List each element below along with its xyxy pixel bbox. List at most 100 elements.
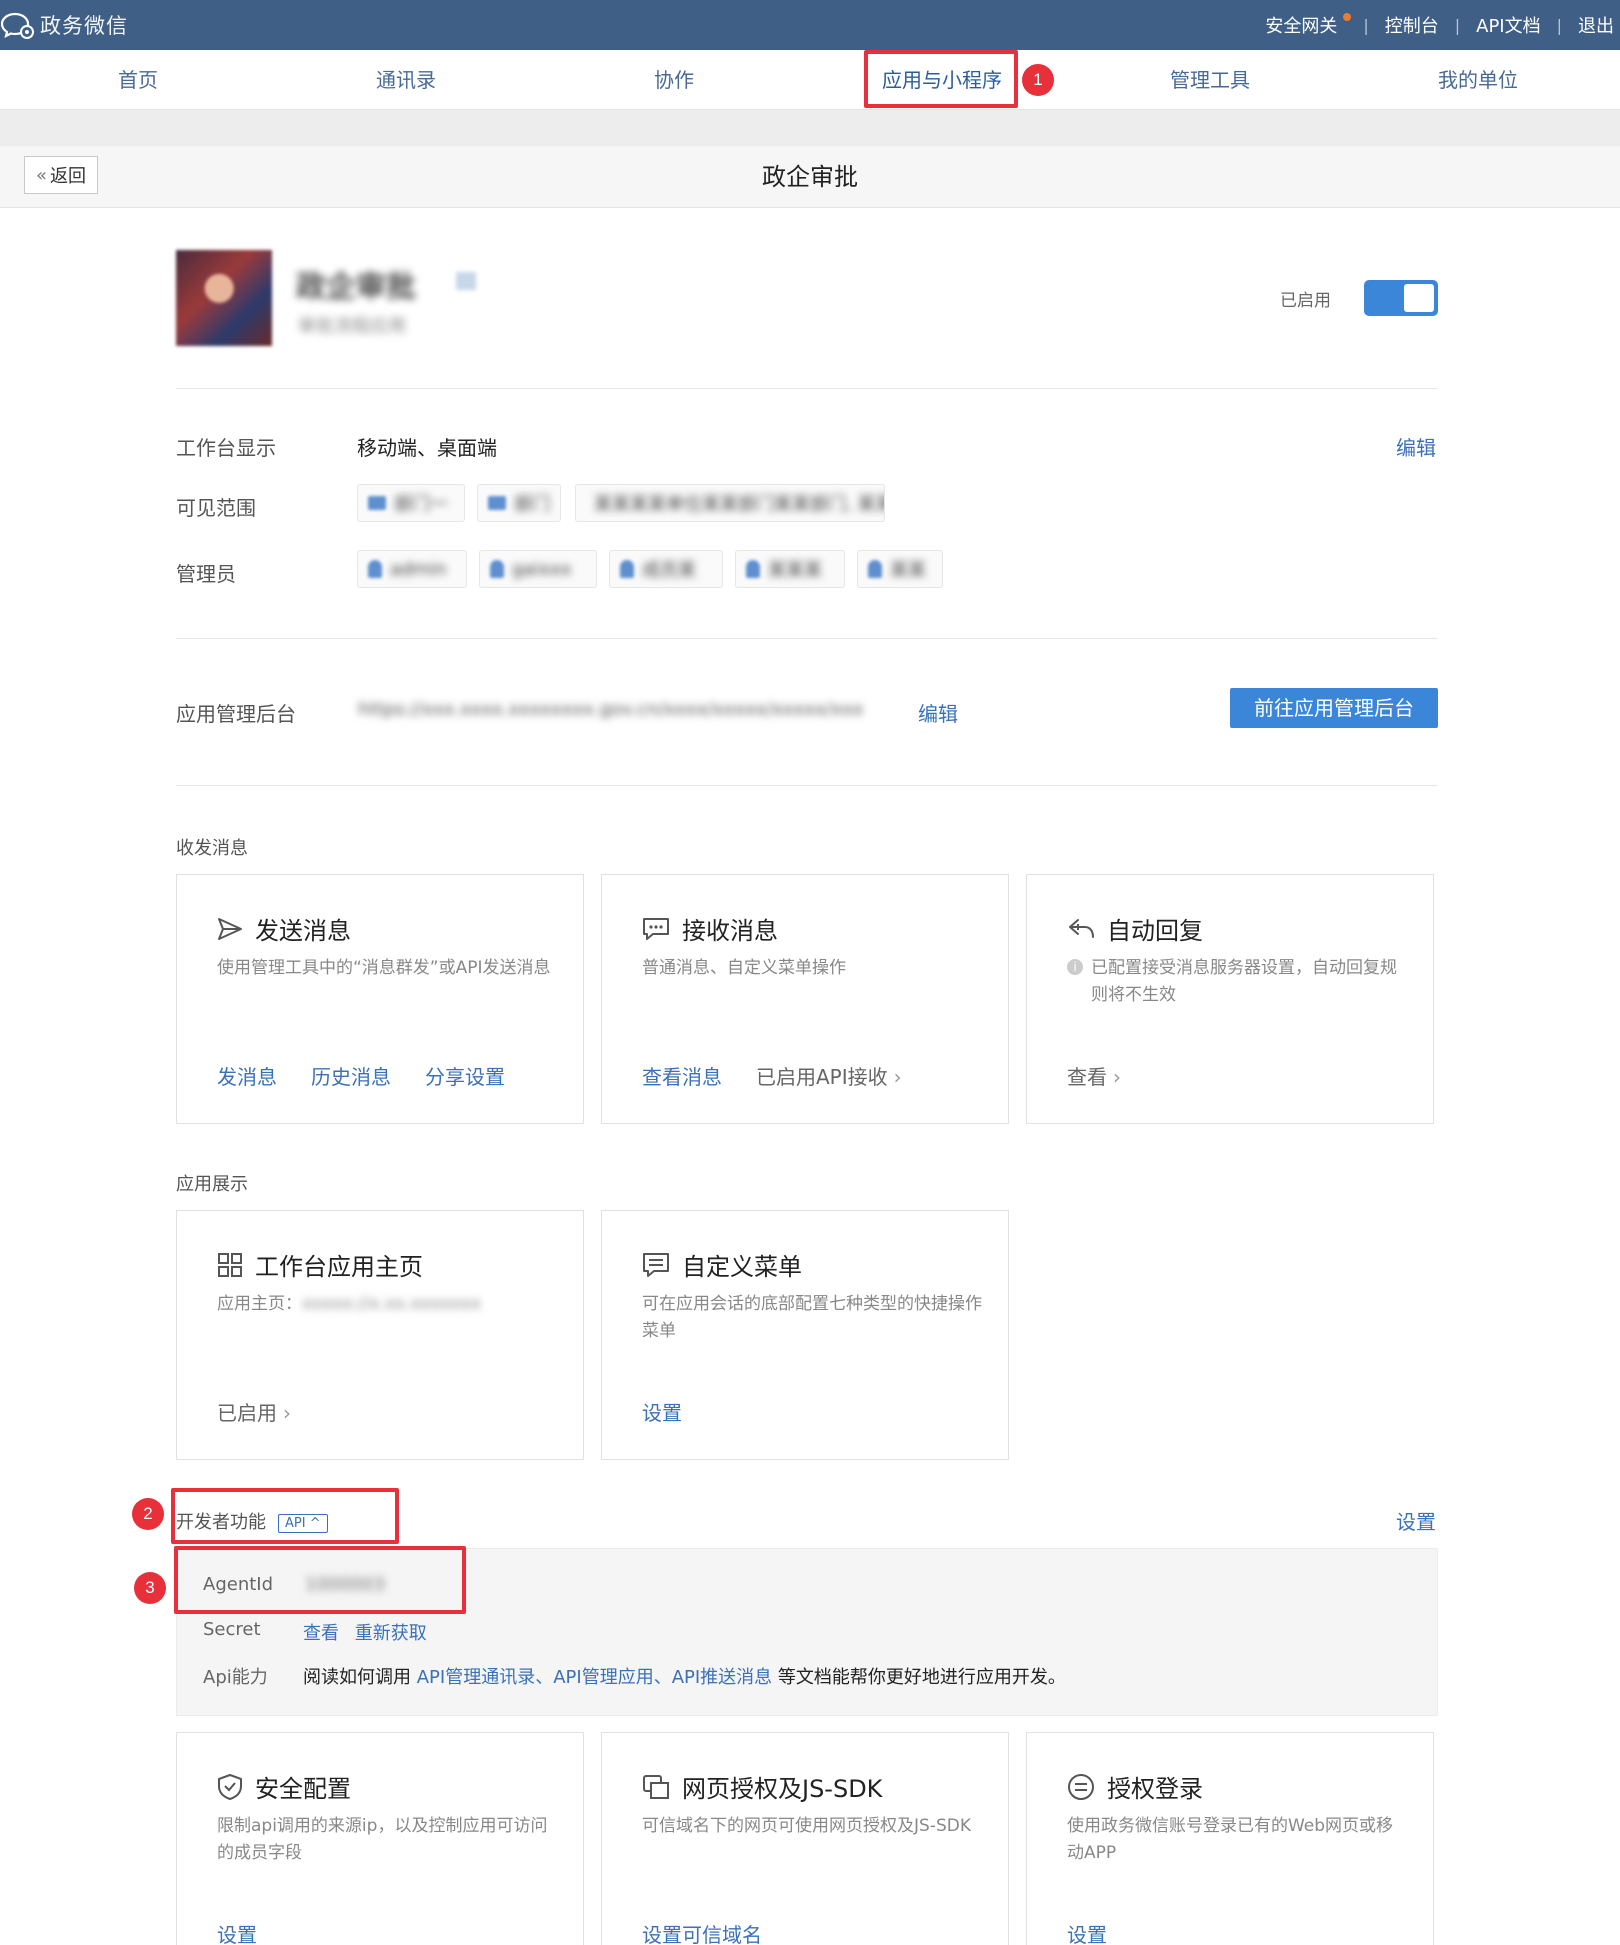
send-icon (218, 917, 242, 940)
card-title: 自定义菜单 (682, 1253, 802, 1281)
card-web-auth-jssdk: 网页授权及JS-SDK 可信域名下的网页可使用网页授权及JS-SDK 设置可信域… (601, 1732, 1009, 1945)
top-bar: 政务微信 安全网关 | 控制台 | API文档 | 退出 (0, 0, 1620, 50)
chevron-right-icon: › (283, 1401, 291, 1425)
developer-settings-link[interactable]: 设置 (1396, 1506, 1436, 1535)
nav-collaboration[interactable]: 协作 (594, 50, 754, 110)
api-suffix: 等文档能帮你更好地进行应用开发。 (777, 1667, 1066, 1688)
api-receive-status[interactable]: 已启用API接收 › (756, 1061, 902, 1090)
chat-logo-icon (0, 12, 34, 39)
card-title: 发送消息 (255, 917, 351, 945)
double-chevron-left-icon: « (35, 164, 47, 186)
history-message-link[interactable]: 历史消息 (311, 1061, 391, 1090)
folder-icon (488, 496, 506, 510)
view-messages-link[interactable]: 查看消息 (642, 1061, 722, 1090)
logo[interactable]: 政务微信 (0, 9, 128, 41)
grey-strip (0, 110, 1620, 146)
agentid-value: 1000003 (305, 1574, 386, 1595)
edit-name-icon[interactable] (456, 272, 476, 290)
link-api-docs[interactable]: API文档 (1472, 12, 1544, 38)
share-settings-link[interactable]: 分享设置 (425, 1061, 505, 1090)
section-title-developer: 开发者功能 API ^ (176, 1508, 328, 1534)
scope-chip: 某某某某单位某某部门某某部门, 某某 (575, 484, 885, 522)
admin-chip: gaixxx (479, 550, 597, 588)
workbench-edit-link[interactable]: 编辑 (1396, 432, 1436, 461)
custom-menu-settings-link[interactable]: 设置 (642, 1397, 682, 1426)
card-auth-login: 授权登录 使用政务微信账号登录已有的Web网页或移动APP 设置 (1026, 1732, 1434, 1945)
link-console[interactable]: 控制台 (1381, 12, 1443, 38)
home-url-label: 应用主页： (217, 1294, 302, 1314)
app-status-label: 已启用 (1280, 291, 1331, 311)
chevron-right-icon: › (893, 1065, 902, 1089)
nav-management-tools[interactable]: 管理工具 (1130, 50, 1290, 110)
secret-view-link[interactable]: 查看 (303, 1623, 339, 1644)
secret-refresh-link[interactable]: 重新获取 (355, 1623, 427, 1644)
admin-chip: admin (357, 550, 467, 588)
app-enable-toggle[interactable] (1364, 280, 1438, 316)
divider (176, 785, 1438, 786)
login-icon (1068, 1773, 1094, 1800)
title-bar: 政企审批 « 返回 (0, 146, 1620, 208)
chevron-right-icon: › (1113, 1065, 1121, 1089)
api-contacts-link[interactable]: API管理通讯录 (417, 1667, 535, 1688)
main-nav: 首页 通讯录 协作 应用与小程序 管理工具 我的单位 (0, 50, 1620, 110)
card-auto-reply: 自动回复 i 已配置接受消息服务器设置，自动回复规则将不生效 查看 › (1026, 874, 1434, 1124)
card-desc: 可信域名下的网页可使用网页授权及JS-SDK (642, 1816, 971, 1836)
goto-backend-button[interactable]: 前往应用管理后台 (1230, 688, 1438, 728)
card-desc: 可在应用会话的底部配置七种类型的快捷操作菜单 (642, 1294, 982, 1341)
notification-dot (1343, 13, 1352, 21)
person-icon (868, 560, 882, 578)
card-desc: 普通消息、自定义菜单操作 (642, 958, 846, 978)
api-push-link[interactable]: API推送消息 (672, 1667, 772, 1688)
home-status-link[interactable]: 已启用 › (217, 1397, 291, 1426)
section-title-messaging: 收发消息 (176, 838, 248, 859)
trusted-domain-link[interactable]: 设置可信域名 (642, 1919, 762, 1945)
security-settings-link[interactable]: 设置 (217, 1919, 257, 1945)
back-button[interactable]: « 返回 (24, 156, 98, 194)
nav-apps-miniprograms[interactable]: 应用与小程序 (862, 50, 1022, 110)
home-url-value: xxxxx://x.xx.xxxxxxx (302, 1294, 481, 1314)
card-desc: 限制api调用的来源ip，以及控制应用可访问的成员字段 (217, 1816, 548, 1863)
copy-window-icon (643, 1774, 669, 1799)
api-toggle-tag[interactable]: API ^ (278, 1513, 328, 1533)
api-apps-link[interactable]: API管理应用 (553, 1667, 653, 1688)
view-auto-reply-link[interactable]: 查看 › (1067, 1061, 1121, 1090)
top-links: 安全网关 | 控制台 | API文档 | 退出 (1261, 0, 1620, 50)
page-title: 政企审批 (762, 163, 858, 191)
scope-label: 可见范围 (176, 496, 256, 520)
person-icon (368, 560, 382, 578)
info-icon: i (1067, 959, 1083, 975)
card-desc: 使用管理工具中的“消息群发”或API发送消息 (217, 958, 551, 978)
card-desc: 已配置接受消息服务器设置，自动回复规则将不生效 (1091, 958, 1397, 1005)
divider (176, 638, 1438, 639)
link-security-gateway[interactable]: 安全网关 (1261, 12, 1341, 38)
card-title: 工作台应用主页 (255, 1253, 423, 1281)
nav-my-unit[interactable]: 我的单位 (1398, 50, 1558, 110)
section-title-display: 应用展示 (176, 1174, 248, 1195)
back-label: 返回 (50, 166, 86, 187)
card-send-message: 发送消息 使用管理工具中的“消息群发”或API发送消息 发消息 历史消息 分享设… (176, 874, 584, 1124)
step-badge-2: 2 (132, 1498, 164, 1530)
nav-home[interactable]: 首页 (58, 50, 218, 110)
secret-label: Secret (203, 1619, 261, 1640)
card-title: 接收消息 (682, 917, 778, 945)
link-logout[interactable]: 退出 (1574, 12, 1618, 38)
card-title: 安全配置 (255, 1775, 351, 1803)
admin-chip: 某某某 (735, 550, 845, 588)
person-icon (746, 560, 760, 578)
scope-chip: 部门 (477, 484, 561, 522)
api-ability-label: Api能力 (203, 1667, 268, 1688)
developer-panel: AgentId 1000003 Secret 查看 重新获取 Api能力 阅读如… (176, 1548, 1438, 1716)
step-badge-1: 1 (1022, 64, 1054, 96)
backend-label: 应用管理后台 (176, 702, 296, 726)
divider (176, 388, 1438, 389)
send-message-link[interactable]: 发消息 (217, 1061, 277, 1090)
nav-contacts[interactable]: 通讯录 (326, 50, 486, 110)
card-receive-message: 接收消息 普通消息、自定义菜单操作 查看消息 已启用API接收 › (601, 874, 1009, 1124)
app-subtitle: 审批流程应用 (298, 316, 406, 337)
scope-chip: 部门一 (357, 484, 465, 522)
api-prefix: 阅读如何调用 (303, 1667, 411, 1688)
reply-icon (1069, 918, 1094, 938)
shield-icon (218, 1773, 242, 1800)
auth-login-settings-link[interactable]: 设置 (1067, 1919, 1107, 1945)
backend-edit-link[interactable]: 编辑 (918, 698, 958, 727)
